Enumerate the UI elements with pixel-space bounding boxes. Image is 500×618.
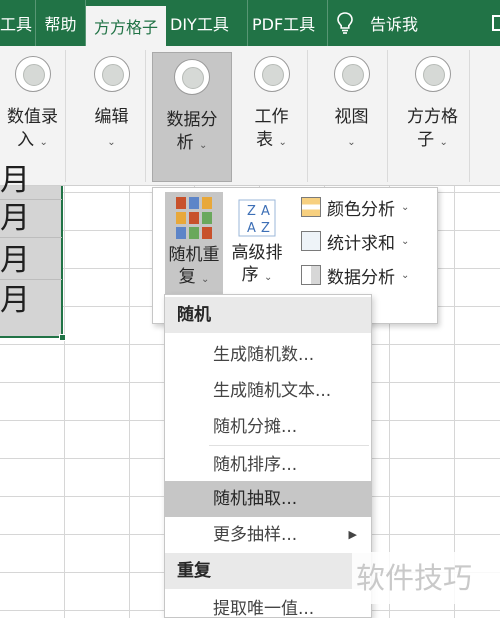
svg-text:Z: Z xyxy=(261,221,270,236)
fangfang-icon xyxy=(414,56,451,92)
menu-item-generate-random-text[interactable]: 生成随机文本... xyxy=(165,373,371,409)
view-icon xyxy=(333,56,370,92)
worksheet-icon xyxy=(253,56,290,92)
menu-item-random-sample[interactable]: 随机抽取... xyxy=(165,481,371,517)
random-repeat-icon xyxy=(176,197,212,239)
chevron-down-icon: ⌄ xyxy=(278,137,287,148)
sort-az-icon: Z A A Z xyxy=(238,199,276,237)
data-analysis-icon xyxy=(301,265,321,285)
menu-item-more-sampling[interactable]: 更多抽样... ▶ xyxy=(165,517,371,553)
ribbon-button-edit[interactable]: 编辑 ⌄ xyxy=(78,50,146,182)
sum-stats-icon xyxy=(301,231,321,251)
fangfang-label: 方方格子 ⌄ xyxy=(407,107,458,150)
data-analysis-label: 数据分析 ⌄ xyxy=(166,110,218,153)
advanced-sort-label: 高级排序 ⌄ xyxy=(231,243,283,285)
ribbon-button-data-analysis[interactable]: 数据分析 ⌄ xyxy=(152,52,232,182)
random-repeat-label: 随机重复 ⌄ xyxy=(168,245,220,287)
sum-stats-button[interactable]: 统计求和 ⌄ xyxy=(301,226,409,256)
selected-range[interactable]: 月 月 月 月 xyxy=(0,163,63,338)
menu-section-repeat: 重复 xyxy=(165,553,371,589)
svg-text:A: A xyxy=(247,221,256,236)
lightbulb-icon[interactable] xyxy=(328,0,362,46)
data-analysis-command-label: 数据分析 xyxy=(327,267,395,288)
tab-fangfang-label: 方方格子 xyxy=(93,18,158,37)
color-analysis-icon xyxy=(301,197,321,217)
chevron-down-icon: ⌄ xyxy=(264,272,273,283)
svg-text:A: A xyxy=(261,204,270,219)
tab-pdf-tools[interactable]: PDF工具 xyxy=(248,0,328,46)
cell[interactable]: 月 xyxy=(0,162,62,200)
menu-item-extract-unique[interactable]: 提取唯一值... xyxy=(165,591,371,618)
menu-separator xyxy=(209,445,369,446)
tab-help[interactable]: 帮助 xyxy=(36,0,86,46)
tell-me-search[interactable]: 告诉我 xyxy=(370,11,418,35)
chevron-down-icon: ⌄ xyxy=(39,137,48,148)
random-repeat-menu: 随机 生成随机数... 生成随机文本... 随机分摊... 随机排序... 随机… xyxy=(164,294,372,618)
svg-text:Z: Z xyxy=(247,204,256,219)
menu-item-generate-random-number[interactable]: 生成随机数... xyxy=(165,337,371,373)
tab-tools-label: 工具 xyxy=(0,15,33,34)
ribbon-panel: 数值录入 ⌄ 编辑 ⌄ 数据分析 ⌄ 工作表 ⌄ 视图 ⌄ 方方格子 ⌄ xyxy=(0,46,500,186)
fill-handle[interactable] xyxy=(59,334,66,341)
menu-section-random: 随机 xyxy=(165,297,371,333)
edit-label: 编辑 ⌄ xyxy=(94,107,129,148)
cell[interactable]: 月 xyxy=(0,282,62,320)
ribbon-button-worksheet[interactable]: 工作表 ⌄ xyxy=(236,50,308,182)
chevron-down-icon: ⌄ xyxy=(347,137,356,148)
advanced-sort-button[interactable]: Z A A Z 高级排序 ⌄ xyxy=(227,192,287,296)
tab-fangfang[interactable]: 方方格子 xyxy=(86,6,166,46)
submenu-arrow-icon: ▶ xyxy=(348,528,357,541)
sum-stats-label: 统计求和 xyxy=(327,233,395,254)
value-entry-icon xyxy=(14,56,51,92)
chevron-down-icon: ⌄ xyxy=(201,274,210,285)
data-analysis-command[interactable]: 数据分析 ⌄ xyxy=(301,260,409,290)
ribbon-button-fangfang[interactable]: 方方格子 ⌄ xyxy=(396,50,470,182)
random-repeat-button[interactable]: 随机重复 ⌄ xyxy=(165,192,223,296)
lightbulb-icon-glyph xyxy=(337,12,353,34)
ribbon-display-options-icon[interactable] xyxy=(492,15,500,31)
tab-tools[interactable]: 工具 xyxy=(0,0,36,46)
cell[interactable]: 月 xyxy=(0,200,62,238)
chevron-down-icon: ⌄ xyxy=(401,269,410,281)
data-analysis-group-icon xyxy=(174,59,210,95)
value-entry-label: 数值录入 ⌄ xyxy=(7,107,58,150)
chevron-down-icon: ⌄ xyxy=(107,137,116,148)
worksheet-label: 工作表 ⌄ xyxy=(254,107,289,150)
cell[interactable]: 月 xyxy=(0,242,62,280)
menu-item-random-sort[interactable]: 随机排序... xyxy=(165,447,371,483)
tab-pdf-tools-label: PDF工具 xyxy=(252,15,316,34)
edit-icon xyxy=(93,56,130,92)
menu-item-random-allocate[interactable]: 随机分摊... xyxy=(165,409,371,445)
chevron-down-icon: ⌄ xyxy=(199,140,208,151)
ribbon-button-view[interactable]: 视图 ⌄ xyxy=(316,50,388,182)
color-analysis-label: 颜色分析 xyxy=(327,199,395,220)
watermark-text: 软件技巧 xyxy=(352,552,500,604)
tab-help-label: 帮助 xyxy=(44,15,77,34)
color-analysis-button[interactable]: 颜色分析 ⌄ xyxy=(301,192,409,222)
menu-item-more-sampling-label: 更多抽样... xyxy=(213,525,298,545)
view-label: 视图 ⌄ xyxy=(334,107,369,148)
chevron-down-icon: ⌄ xyxy=(439,137,448,148)
chevron-down-icon: ⌄ xyxy=(401,235,410,247)
tab-diy-tools-label: DIY工具 xyxy=(170,15,229,34)
ribbon-tab-strip: 工具 帮助 方方格子 DIY工具 PDF工具 告诉我 xyxy=(0,0,500,46)
chevron-down-icon: ⌄ xyxy=(401,201,410,213)
tab-diy-tools[interactable]: DIY工具 xyxy=(166,0,248,46)
